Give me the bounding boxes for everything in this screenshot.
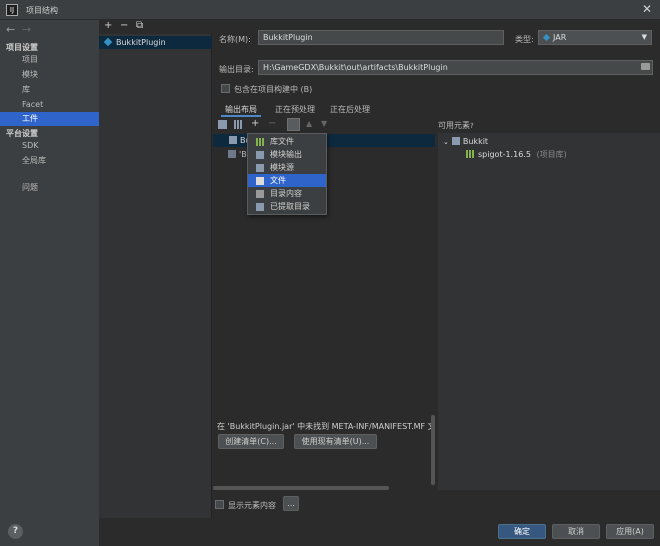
close-icon[interactable]: ✕ (642, 2, 652, 16)
menu-item-library-files[interactable]: 库文件 (248, 135, 326, 148)
ok-button[interactable]: 确定 (498, 524, 546, 539)
include-in-build-checkbox[interactable] (221, 84, 230, 93)
cancel-button[interactable]: 取消 (552, 524, 600, 539)
vertical-scrollbar[interactable] (431, 415, 435, 485)
chevron-down-icon: ⌄ (443, 138, 449, 146)
remove-icon[interactable]: − (268, 118, 276, 129)
horizontal-scrollbar[interactable] (213, 486, 389, 490)
nav-item-facet[interactable]: Facet (20, 98, 99, 112)
back-arrow-icon[interactable]: ← (6, 23, 15, 36)
move-up-icon[interactable]: ▲ (306, 119, 312, 128)
nav-item-artifacts[interactable]: 工件 (0, 112, 99, 126)
module-source-icon (256, 164, 264, 172)
module-icon (256, 151, 264, 159)
tree-child-label: 'B (239, 150, 247, 159)
menu-item-extracted-directory[interactable]: 已提取目录 (248, 200, 326, 213)
output-dir-label: 输出目录: (219, 65, 254, 74)
include-in-build-label: 包含在项目构建中 (B) (234, 85, 313, 94)
output-dir-input[interactable]: H:\GameGDX\Bukkit\out\artifacts\BukkitPl… (258, 60, 653, 75)
available-elements-tree (438, 133, 660, 490)
type-label: 类型: (515, 35, 534, 44)
create-manifest-button[interactable]: 创建清单(C)... (218, 434, 284, 449)
show-content-label: 显示元素内容 (228, 501, 276, 510)
tab-underline (221, 115, 261, 117)
window-title: 项目结构 (26, 6, 58, 15)
type-select-value: JAR (553, 33, 567, 42)
available-elements-title: 可用元素? (438, 121, 474, 130)
chevron-down-icon: ▼ (641, 33, 647, 41)
menu-item-module-output[interactable]: 模块输出 (248, 148, 326, 161)
available-group-row[interactable]: ⌄ Bukkit (443, 136, 488, 148)
create-directory-icon[interactable] (218, 120, 227, 129)
create-archive-icon[interactable] (234, 120, 243, 129)
nav-header-platform: 平台设置 (6, 129, 38, 138)
library-icon (256, 138, 265, 146)
name-label: 名称(M): (219, 35, 251, 44)
type-select[interactable]: JAR ▼ (538, 30, 652, 45)
app-icon: IJ (6, 4, 18, 16)
apply-button[interactable]: 应用(A) (606, 524, 654, 539)
add-artifact-button[interactable]: + (104, 20, 112, 31)
move-down-icon[interactable]: ▼ (321, 119, 327, 128)
module-output-icon (228, 150, 236, 158)
menu-item-module-sources[interactable]: 模块源 (248, 161, 326, 174)
nav-item-problems[interactable]: 问题 (20, 181, 99, 195)
menu-item-file[interactable]: 文件 (248, 174, 326, 187)
show-content-settings-button[interactable]: ... (283, 496, 299, 511)
file-icon (256, 177, 264, 185)
sort-elements-button[interactable] (287, 118, 300, 131)
folder-icon[interactable] (641, 63, 650, 70)
module-icon (451, 137, 460, 145)
nav-header-project-settings: 项目设置 (6, 43, 38, 52)
name-input[interactable]: BukkitPlugin (258, 30, 504, 45)
artifact-item[interactable]: BukkitPlugin (99, 36, 212, 49)
jar-type-icon (542, 33, 551, 42)
question-icon[interactable]: ? (470, 122, 474, 130)
nav-item-sdk[interactable]: SDK (20, 139, 99, 153)
nav-item-project[interactable]: 项目 (20, 53, 99, 67)
use-existing-manifest-button[interactable]: 使用现有清单(U)... (294, 434, 377, 449)
tab-post-processing[interactable]: 正在后处理 (330, 103, 370, 116)
remove-artifact-button[interactable]: − (120, 20, 128, 31)
forward-arrow-icon[interactable]: → (22, 23, 31, 36)
library-icon (466, 150, 475, 158)
available-library-row[interactable]: spigot-1.16.5 (项目库) (466, 149, 567, 161)
nav-item-global-libraries[interactable]: 全局库 (20, 154, 99, 168)
jar-icon (229, 136, 237, 144)
title-bar (0, 0, 660, 20)
manifest-warning: 在 'BukkitPlugin.jar' 中未找到 META-INF/MANIF… (217, 422, 435, 431)
nav-item-libraries[interactable]: 库 (20, 83, 99, 97)
nav-item-modules[interactable]: 模块 (20, 68, 99, 82)
folder-content-icon (256, 190, 264, 198)
tab-pre-processing[interactable]: 正在预处理 (275, 103, 315, 116)
extracted-dir-icon (256, 203, 264, 211)
copy-artifact-button[interactable]: ⧉ (136, 20, 143, 31)
artifact-list (99, 34, 212, 518)
help-icon[interactable]: ? (8, 524, 23, 539)
artifact-item-label: BukkitPlugin (116, 38, 166, 47)
tree-child-row[interactable]: 'B (228, 148, 247, 161)
add-copy-icon[interactable]: + (251, 118, 259, 129)
artifact-icon (103, 37, 113, 47)
menu-item-directory-content[interactable]: 目录内容 (248, 187, 326, 200)
show-content-checkbox[interactable] (215, 500, 224, 509)
